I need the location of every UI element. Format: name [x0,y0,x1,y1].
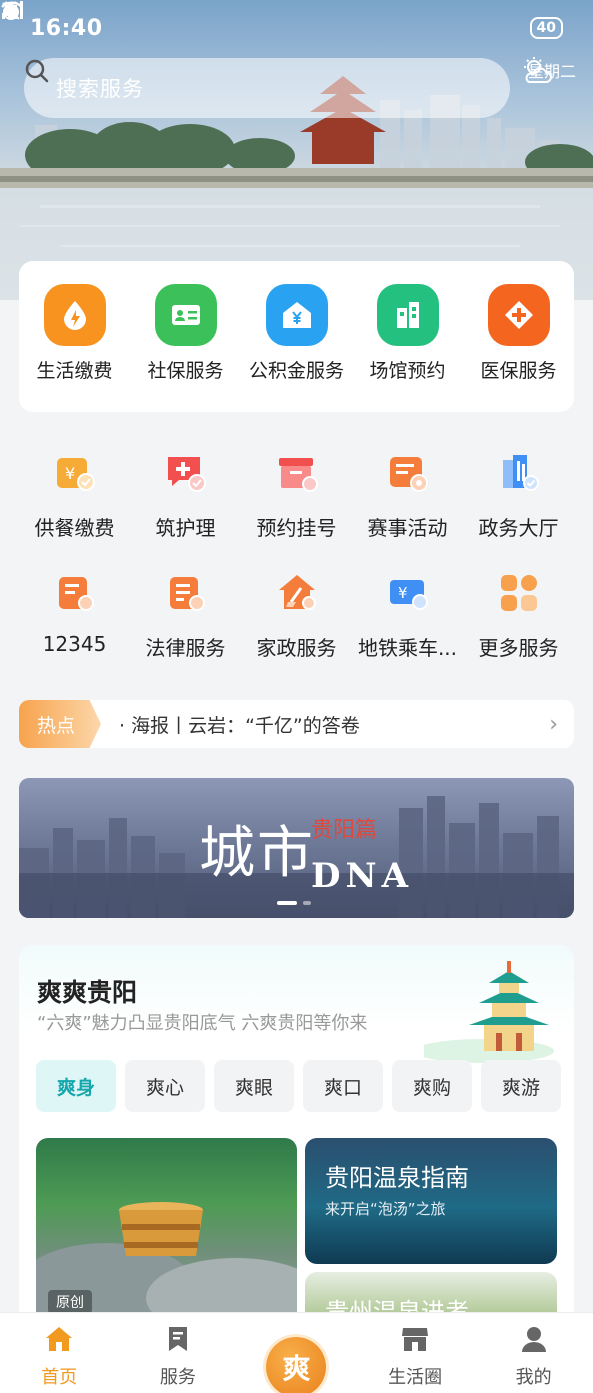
service-events[interactable]: 赛事活动 [352,452,463,548]
service-label: 供餐缴费 [34,516,115,540]
search-input[interactable]: 搜索服务 [24,58,510,118]
event-medal-icon [387,452,429,494]
service-life-payment[interactable]: 生活缴费 [20,284,130,383]
service-label: 生活缴费 [36,360,113,382]
store-icon [400,1325,430,1357]
service-label: 场馆预约 [369,360,446,382]
service-housekeeping[interactable]: 家政服务 [241,572,352,668]
content-card-hot-spring-guide[interactable]: 贵阳温泉指南 来开启“泡汤”之旅 [305,1138,557,1264]
service-metro[interactable]: ¥ 地铁乘车... [352,572,463,668]
service-label: 公积金服务 [248,360,344,382]
medical-cross-icon [487,284,550,346]
service-label: 家政服务 [256,636,337,660]
id-card-icon [154,284,217,346]
status-bar: 16:40 40 [0,0,593,56]
service-more[interactable]: 更多服务 [463,572,574,668]
banner-subtitle: 贵阳篇 [311,818,378,843]
home-icon [44,1325,74,1357]
nav-label: 生活圈 [388,1367,443,1388]
section-subtitle: “六爽”魅力凸显贵阳底气 六爽贵阳等你来 [37,1013,368,1034]
metro-card-icon: ¥ [387,572,429,614]
appointment-box-icon [276,452,318,494]
card-title: 贵阳温泉指南 [325,1164,469,1192]
nav-center[interactable]: 爽 [246,1313,346,1393]
tab-shuangkou[interactable]: 爽口 [303,1060,383,1112]
hero-banner: 16:40 40 搜索服务 星期二 [0,0,593,300]
main-services-card: 生活缴费 社保服务 公积金服务 场馆预约 医保服务 [19,261,574,412]
legal-doc-icon [165,572,207,614]
service-social-security[interactable]: 社保服务 [131,284,241,383]
carousel-dots [277,901,311,905]
hotline-doc-icon [54,572,96,614]
original-badge: 原创 [48,1290,92,1314]
service-venue-booking[interactable]: 场馆预约 [353,284,463,383]
tab-shuangyou[interactable]: 爽游 [481,1060,561,1112]
nurse-chat-icon [165,452,207,494]
tab-shuanggou[interactable]: 爽购 [392,1060,472,1112]
service-housing-fund[interactable]: 公积金服务 [242,284,352,383]
svg-text:¥: ¥ [65,464,75,483]
nav-label: 首页 [41,1367,78,1388]
service-gov-hall[interactable]: 政务大厅 [463,452,574,548]
chevron-right-icon[interactable]: › [549,712,558,737]
pagoda-illustration [424,961,554,1063]
search-placeholder: 搜索服务 [56,77,144,101]
user-icon [519,1325,549,1357]
more-grid-icon [498,572,540,614]
service-label: 更多服务 [478,636,559,660]
service-medical-insurance[interactable]: 医保服务 [464,284,574,383]
nav-home[interactable]: 首页 [9,1313,109,1389]
bolt-drop-icon [43,284,106,346]
housekeeping-icon [276,572,318,614]
weather-widget[interactable]: 星期二 [520,56,584,118]
category-tabs: 爽身 爽心 爽眼 爽口 爽购 爽游 [36,1060,561,1112]
promo-banner[interactable]: 城市 贵阳篇 DNA [19,778,574,918]
nav-label: 我的 [515,1367,552,1388]
tab-shuangyan[interactable]: 爽眼 [214,1060,294,1112]
section-title: 爽爽贵阳 [37,978,138,1007]
house-yen-icon [265,284,328,346]
service-label: 赛事活动 [367,516,448,540]
gov-hall-icon [498,452,540,494]
status-time: 16:40 [30,15,103,41]
service-label: 筑护理 [155,516,216,540]
service-label: 12345 [42,632,107,656]
services-grid: ¥ 供餐缴费 筑护理 预约挂号 赛事活动 政务大厅 12345 法律服务 家政服… [19,452,574,668]
bookmark-icon [163,1325,193,1357]
meal-bill-icon: ¥ [54,452,96,494]
service-nursing[interactable]: 筑护理 [130,452,241,548]
service-label: 政务大厅 [478,516,559,540]
nav-services[interactable]: 服务 [128,1313,228,1389]
banner-dna: DNA [311,856,413,896]
battery-indicator: 40 [529,17,563,39]
service-appointment[interactable]: 预约挂号 [241,452,352,548]
content-card-hot-spring[interactable]: 原创 [36,1138,297,1325]
shuangshuang-guiyang-section: 爽爽贵阳 “六爽”魅力凸显贵阳底气 六爽贵阳等你来 爽身 爽心 爽眼 爽口 爽购… [19,945,574,1325]
service-label: 预约挂号 [256,516,337,540]
nav-life-circle[interactable]: 生活圈 [365,1313,465,1389]
service-legal[interactable]: 法律服务 [130,572,241,668]
nav-label: 服务 [159,1367,196,1388]
service-meal-payment[interactable]: ¥ 供餐缴费 [19,452,130,548]
service-label: 医保服务 [480,360,557,382]
building-icon [376,284,439,346]
tab-shuangxin[interactable]: 爽心 [125,1060,205,1112]
service-label: 社保服务 [147,360,224,382]
hot-news-bar[interactable]: 热点 · 海报丨云岩：“千亿”的答卷 › [19,700,574,748]
hot-news-text[interactable]: · 海报丨云岩：“千亿”的答卷 [119,711,549,738]
tab-shuangshen[interactable]: 爽身 [36,1060,116,1112]
card-subtitle: 来开启“泡汤”之旅 [325,1200,446,1218]
service-label: 地铁乘车... [357,636,458,660]
nav-mine[interactable]: 我的 [484,1313,584,1389]
center-logo-icon[interactable]: 爽 [266,1337,327,1393]
carousel-dot[interactable] [303,901,311,905]
bottom-navigation: 首页 服务 爽 生活圈 我的 [0,1312,593,1393]
service-label: 法律服务 [145,636,226,660]
svg-text:¥: ¥ [398,584,408,602]
carousel-dot[interactable] [277,901,297,905]
service-hotline[interactable]: 12345 [19,572,130,668]
hot-tag: 热点 [19,700,101,748]
banner-title: 城市 [199,821,315,886]
